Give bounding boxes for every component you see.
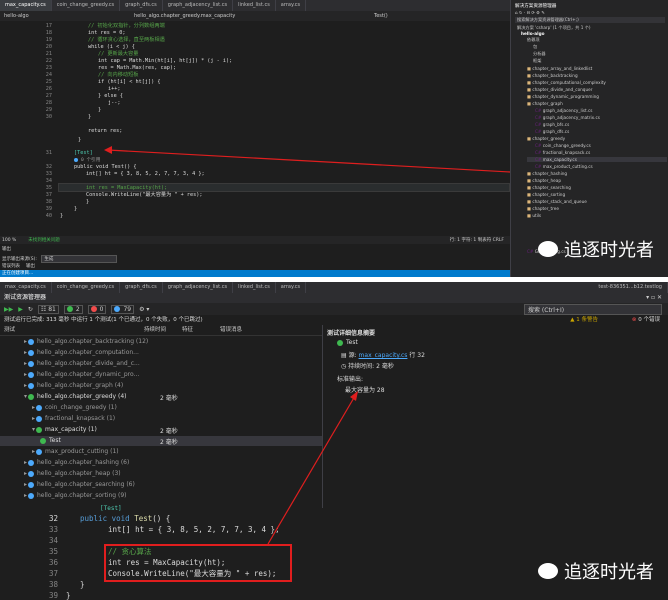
watermark-text: 追逐时光者 — [564, 240, 654, 261]
test-explorer-screenshot: max_capacity.cs coin_change_greedy.cs gr… — [0, 282, 668, 600]
watermark: 追逐时光者 — [538, 236, 654, 262]
editor-screenshot-top: max_capacity.cs coin_change_greedy.cs gr… — [0, 0, 668, 277]
watermark: 追逐时光者 — [538, 558, 654, 584]
wechat-icon — [538, 241, 558, 257]
annotation-arrow — [267, 391, 358, 545]
wechat-icon — [538, 563, 558, 579]
watermark-text: 追逐时光者 — [564, 562, 654, 583]
